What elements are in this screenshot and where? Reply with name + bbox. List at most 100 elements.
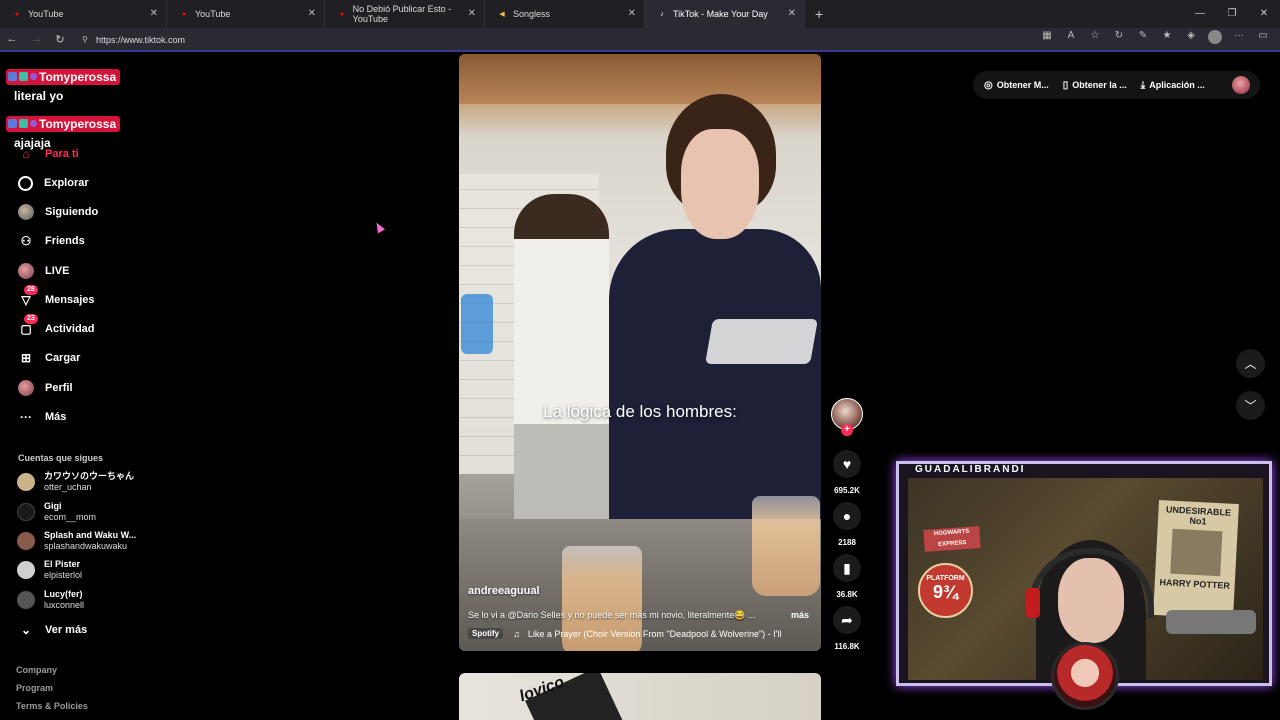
save-button[interactable]: ▮ [833, 554, 861, 582]
browser-tab[interactable]: ● YouTube ✕ [0, 0, 167, 28]
back-icon[interactable]: ← [0, 33, 24, 45]
refresh-extension-icon[interactable]: ↻ [1112, 30, 1126, 47]
compass-icon [18, 175, 33, 191]
follow-plus-icon[interactable]: + [841, 424, 853, 436]
save-count: 36.8K [836, 590, 858, 599]
music-note-icon: ♫ [513, 628, 520, 639]
sidebar-item-explorar[interactable]: Explorar [18, 173, 89, 193]
share-icon: ➦ [841, 611, 853, 628]
next-video-player[interactable]: lovico [459, 673, 821, 720]
browser-tab[interactable]: ● YouTube ✕ [167, 0, 325, 28]
sidebar-item-label: Explorar [44, 177, 89, 189]
following-section-title: Cuentas que sigues [18, 453, 104, 463]
video-author[interactable]: andreeaguual [468, 585, 540, 597]
account-username: splashandwakuwaku [44, 541, 128, 551]
close-tab-icon[interactable]: ✕ [788, 8, 796, 19]
profile-icon[interactable] [1208, 30, 1222, 47]
see-more-button[interactable]: ⌄ Ver más [18, 620, 87, 640]
video-player[interactable]: La lógica de los hombres: andreeaguual S… [459, 54, 821, 651]
get-coins-label: Obtener M... [996, 80, 1049, 90]
spotify-tag[interactable]: Spotify [468, 628, 504, 639]
tab-title: Songless [513, 9, 551, 19]
following-account[interactable]: Lucy(fer) luxconnell [17, 589, 84, 611]
sidebar-item-mensajes[interactable]: ▽ 28 Mensajes [18, 285, 95, 310]
sidebar-item-label: LIVE [45, 265, 70, 277]
sidebar-item-cargar[interactable]: ⊞ Cargar [18, 348, 81, 368]
browser-tab-active[interactable]: ♪ TikTok - Make Your Day ✕ [645, 0, 805, 28]
footer-link-terms[interactable]: Terms & Policies [16, 701, 88, 711]
following-avatar-icon [18, 204, 34, 220]
reload-icon[interactable]: ↻ [48, 33, 72, 46]
sidebar-item-actividad[interactable]: ▢ 23 Actividad [18, 314, 95, 339]
favorite-star-icon[interactable]: ☆ [1088, 30, 1102, 47]
heart-icon: ♥ [842, 456, 852, 472]
extensions-icon[interactable]: ✎ [1136, 30, 1150, 47]
sidebar-toggle-icon[interactable]: ▭ [1256, 30, 1270, 47]
menu-dots-icon[interactable]: ··· [1232, 30, 1246, 47]
video-scene [459, 54, 821, 104]
sidebar-item-live[interactable]: LIVE [18, 261, 69, 281]
account-name: Lucy(fer) [44, 589, 83, 599]
platform-sign: PLATFORM 9¾ [918, 563, 973, 618]
coin-icon: ◎ [984, 79, 993, 91]
footer-link-company[interactable]: Company [16, 665, 57, 675]
account-username: elpisterlol [44, 570, 83, 580]
new-tab-button[interactable]: + [815, 6, 823, 22]
badge-icon [8, 119, 17, 128]
following-account[interactable]: El Pister elpisterlol [17, 559, 82, 581]
browser-tab-bar: ● YouTube ✕ ● YouTube ✕ ● No Debió Publi… [0, 0, 1280, 28]
restore-icon[interactable]: ❐ [1216, 0, 1248, 28]
notification-badge: 23 [24, 314, 38, 324]
avatar [17, 503, 35, 521]
account-name: El Pister [44, 559, 81, 569]
browser-tab[interactable]: ◀ Songless ✕ [485, 0, 645, 28]
sidebar-item-para-ti[interactable]: ⌂ Para ti [18, 144, 78, 164]
like-button[interactable]: ♥ [833, 450, 861, 478]
user-avatar[interactable] [1232, 76, 1250, 94]
following-account[interactable]: カワウソのウーちゃん otter_uchan [17, 471, 134, 493]
close-tab-icon[interactable]: ✕ [468, 8, 476, 19]
favorites-icon[interactable]: ★ [1160, 30, 1174, 47]
platform-number: 9¾ [932, 582, 959, 602]
site-info-icon[interactable]: ⚲ [82, 31, 88, 49]
get-app-button[interactable]: ▯ Obtener la ... [1063, 80, 1127, 91]
notification-badge: 28 [24, 285, 38, 295]
close-tab-icon[interactable]: ✕ [628, 8, 636, 19]
download-app-button[interactable]: ⤓ Aplicación ... [1141, 80, 1205, 91]
music-title: Like a Prayer (Choir Version From "Deadp… [527, 628, 782, 639]
close-window-icon[interactable]: ✕ [1248, 0, 1280, 28]
shield-icon[interactable]: ◈ [1184, 30, 1198, 47]
next-video-button[interactable]: ﹀ [1236, 391, 1265, 420]
url-field[interactable]: ⚲ https://www.tiktok.com [78, 31, 1108, 49]
account-name: Gigi [44, 501, 62, 511]
close-tab-icon[interactable]: ✕ [308, 8, 316, 19]
translate-icon[interactable]: A [1064, 30, 1078, 47]
sidebar-item-siguiendo[interactable]: Siguiendo [18, 202, 98, 222]
sidebar-item-perfil[interactable]: Perfil [18, 378, 73, 398]
more-icon: ··· [20, 410, 32, 424]
chevron-up-icon: ︿ [1244, 357, 1257, 371]
minimize-icon[interactable]: — [1184, 0, 1216, 28]
following-account[interactable]: Splash and Waku W... splashandwakuwaku [17, 530, 136, 552]
sidebar-item-mas[interactable]: ··· Más [18, 407, 66, 427]
forward-icon[interactable]: → [24, 33, 48, 45]
tab-title: TikTok - Make Your Day [673, 9, 768, 19]
comment-button[interactable]: ● [833, 502, 861, 530]
badge-icon [30, 73, 37, 80]
account-name: カワウソのウーちゃん [44, 471, 135, 481]
address-bar: ← → ↻ ⚲ https://www.tiktok.com ▦ A ☆ ↻ ✎… [0, 28, 1280, 52]
get-app-label: Obtener la ... [1072, 80, 1127, 90]
microphone [1166, 610, 1256, 634]
browser-tab[interactable]: ● No Debió Publicar Esto - YouTube ✕ [325, 0, 485, 28]
footer-link-program[interactable]: Program [16, 683, 53, 693]
get-coins-button[interactable]: ◎ Obtener M... [984, 80, 1049, 91]
apps-icon[interactable]: ▦ [1040, 30, 1054, 47]
share-button[interactable]: ➦ [833, 606, 861, 634]
close-tab-icon[interactable]: ✕ [150, 8, 158, 19]
following-account[interactable]: Gigi ecom__mom [17, 501, 96, 523]
more-button[interactable]: más [791, 610, 809, 620]
previous-video-button[interactable]: ︿ [1236, 349, 1265, 378]
video-music[interactable]: Spotify ♫ Like a Prayer (Choir Version F… [468, 628, 813, 639]
sidebar-item-friends[interactable]: ⚇ Friends [18, 231, 85, 251]
hogwarts-sign: HOGWARTS EXPRESS [923, 526, 981, 552]
